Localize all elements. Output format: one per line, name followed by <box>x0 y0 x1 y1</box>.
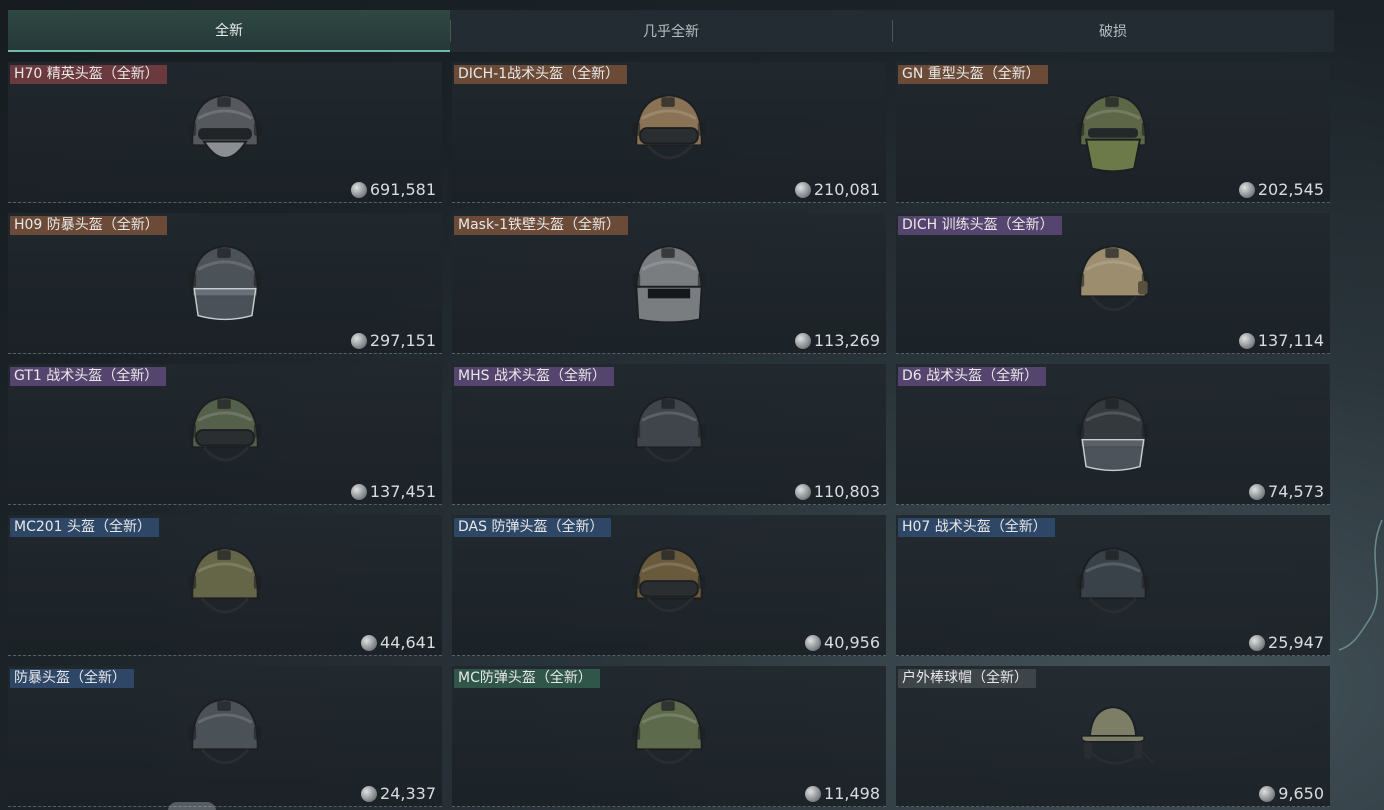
tab-almost-new[interactable]: 几乎全新 <box>450 10 892 52</box>
price-value: 297,151 <box>369 331 436 350</box>
item-name-tag: DICH 训练头盔（全新） <box>898 216 1062 235</box>
item-price: 297,151 <box>350 331 436 350</box>
price-value: 202,545 <box>1257 180 1324 199</box>
item-price: 44,641 <box>361 633 436 652</box>
item-card[interactable]: H09 防暴头盔（全新） 297,151 <box>8 213 442 354</box>
rope-decoration <box>1338 520 1383 651</box>
item-price: 202,545 <box>1238 180 1324 199</box>
helmet-icon-mask <box>632 245 706 324</box>
condition-tabs: 全新 几乎全新 破损 <box>8 10 1334 52</box>
helmet-icon-tactical <box>632 396 706 463</box>
helmet-market-page: 全新 几乎全新 破损 H70 精英头盔（全新） 691,581 DICH-1战术头… <box>0 0 1384 810</box>
item-price: 25,947 <box>1249 633 1324 652</box>
coin-icon <box>361 785 378 802</box>
coin-icon <box>1238 332 1255 349</box>
helmet-icon-masked <box>188 94 262 159</box>
item-price: 11,498 <box>805 784 880 803</box>
item-name-tag: H07 战术头盔（全新） <box>898 518 1055 537</box>
item-price: 113,269 <box>794 331 880 350</box>
helmet-icon-goggles <box>188 396 262 462</box>
item-card[interactable]: DICH 训练头盔（全新） 137,114 <box>896 213 1330 354</box>
item-price: 40,956 <box>805 633 880 652</box>
item-price: 137,451 <box>350 482 436 501</box>
price-value: 110,803 <box>813 482 880 501</box>
item-card[interactable]: DAS 防弹头盔（全新） 40,956 <box>452 515 886 656</box>
item-name-tag: MC防弹头盔（全新） <box>454 669 600 688</box>
item-name-tag: DAS 防弹头盔（全新） <box>454 518 612 537</box>
helmet-icon-goggles <box>632 94 706 160</box>
helmet-icon-visor <box>1076 396 1150 472</box>
item-price: 110,803 <box>794 482 880 501</box>
item-price: 24,337 <box>361 784 436 803</box>
coin-icon <box>805 634 822 651</box>
coin-icon <box>1238 181 1255 198</box>
coin-icon <box>794 181 811 198</box>
helmet-icon-tactical <box>1076 547 1150 614</box>
tab-new[interactable]: 全新 <box>8 10 450 52</box>
item-card[interactable]: MC201 头盔（全新） 44,641 <box>8 515 442 656</box>
item-card[interactable]: DICH-1战术头盔（全新） 210,081 <box>452 62 886 203</box>
item-price: 691,581 <box>350 180 436 199</box>
coin-icon <box>1259 785 1276 802</box>
item-name-tag: D6 战术头盔（全新） <box>898 367 1047 386</box>
item-name-tag: GN 重型头盔（全新） <box>898 65 1048 84</box>
tab-damaged[interactable]: 破损 <box>892 10 1334 52</box>
coin-icon <box>350 181 367 198</box>
helmet-icon-visor <box>188 245 262 321</box>
item-name-tag: DICH-1战术头盔（全新） <box>454 65 628 84</box>
coin-icon <box>794 332 811 349</box>
price-value: 9,650 <box>1278 784 1324 803</box>
price-value: 210,081 <box>813 180 880 199</box>
price-value: 24,337 <box>380 784 436 803</box>
price-value: 44,641 <box>380 633 436 652</box>
item-card[interactable]: MHS 战术头盔（全新） 110,803 <box>452 364 886 505</box>
item-card[interactable]: GN 重型头盔（全新） 202,545 <box>896 62 1330 203</box>
helmet-icon-tactical <box>188 547 262 614</box>
coin-icon <box>1249 483 1266 500</box>
price-value: 40,956 <box>824 633 880 652</box>
item-name-tag: MC201 头盔（全新） <box>10 518 160 537</box>
item-name-tag: H70 精英头盔（全新） <box>10 65 167 84</box>
item-card[interactable]: H70 精英头盔（全新） 691,581 <box>8 62 442 203</box>
cap-icon <box>1081 706 1155 765</box>
item-price: 9,650 <box>1259 784 1324 803</box>
item-card[interactable]: 户外棒球帽（全新） 9,650 <box>896 666 1330 807</box>
helmet-icon-heavy <box>1076 94 1150 173</box>
price-value: 137,114 <box>1257 331 1324 350</box>
coin-icon <box>805 785 822 802</box>
item-card[interactable]: H07 战术头盔（全新） 25,947 <box>896 515 1330 656</box>
price-value: 74,573 <box>1268 482 1324 501</box>
item-price: 210,081 <box>794 180 880 199</box>
coin-icon <box>794 483 811 500</box>
coin-icon <box>361 634 378 651</box>
price-value: 113,269 <box>813 331 880 350</box>
item-card[interactable]: GT1 战术头盔（全新） 137,451 <box>8 364 442 505</box>
item-price: 74,573 <box>1249 482 1324 501</box>
item-card[interactable]: D6 战术头盔（全新） 74,573 <box>896 364 1330 505</box>
item-name-tag: 户外棒球帽（全新） <box>898 669 1036 688</box>
item-card[interactable]: MC防弹头盔（全新） 11,498 <box>452 666 886 807</box>
coin-icon <box>350 483 367 500</box>
helmet-icon-round <box>188 698 262 765</box>
item-name-tag: 防暴头盔（全新） <box>10 669 134 688</box>
item-name-tag: Mask-1铁壁头盔（全新） <box>454 216 629 235</box>
item-grid: H70 精英头盔（全新） 691,581 DICH-1战术头盔（全新） 210,0… <box>8 62 1330 807</box>
price-value: 137,451 <box>369 482 436 501</box>
helmet-icon-round <box>632 698 706 765</box>
item-card[interactable]: Mask-1铁壁头盔（全新） 113,269 <box>452 213 886 354</box>
decorative-shape <box>168 802 216 810</box>
price-value: 11,498 <box>824 784 880 803</box>
price-value: 691,581 <box>369 180 436 199</box>
item-name-tag: GT1 战术头盔（全新） <box>10 367 167 386</box>
coin-icon <box>1249 634 1266 651</box>
item-card[interactable]: 防暴头盔（全新） 24,337 <box>8 666 442 807</box>
helmet-icon-goggles <box>632 547 706 613</box>
item-name-tag: MHS 战术头盔（全新） <box>454 367 614 386</box>
price-value: 25,947 <box>1268 633 1324 652</box>
item-name-tag: H09 防暴头盔（全新） <box>10 216 167 235</box>
helmet-icon-training <box>1076 245 1150 312</box>
item-price: 137,114 <box>1238 331 1324 350</box>
coin-icon <box>350 332 367 349</box>
